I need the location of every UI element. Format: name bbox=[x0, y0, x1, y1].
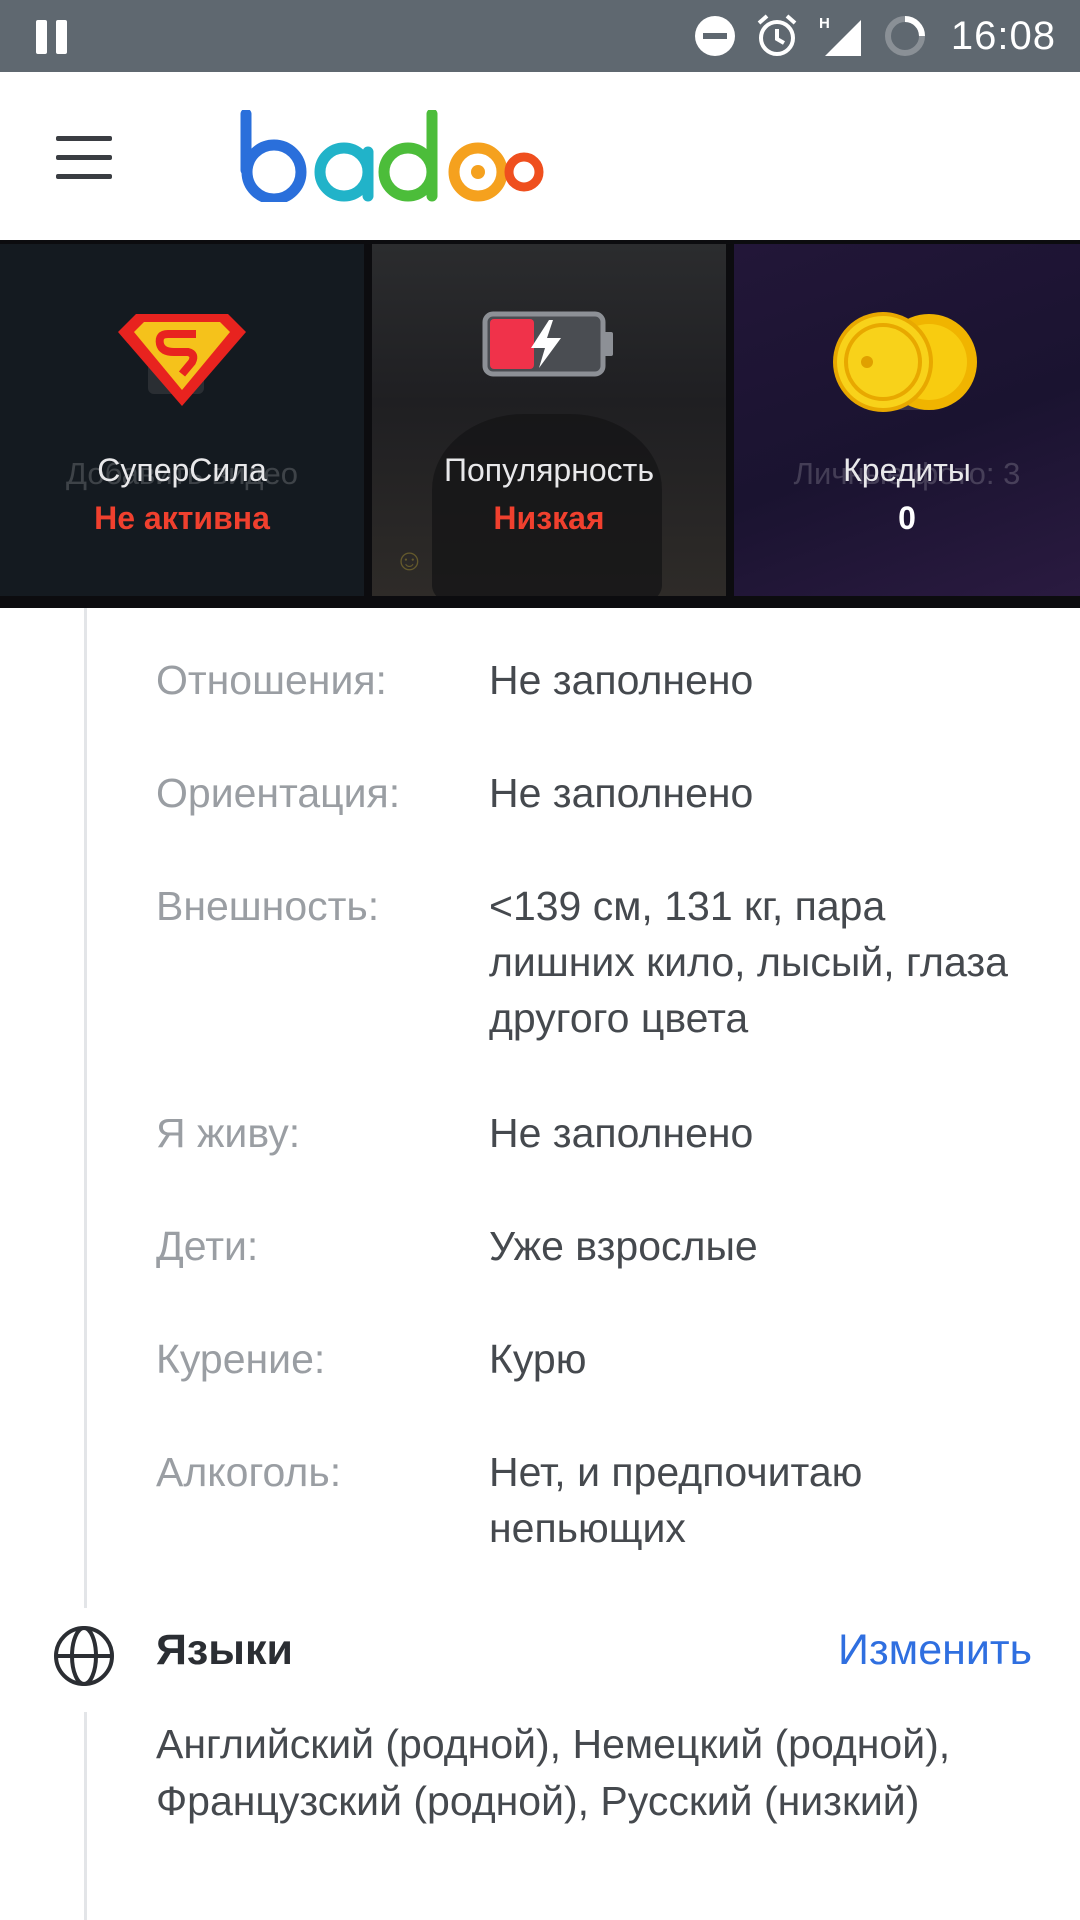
pause-icon bbox=[36, 20, 72, 54]
dnd-icon bbox=[694, 16, 735, 56]
stat-value: Не активна bbox=[94, 500, 270, 536]
detail-label: Алкоголь: bbox=[156, 1449, 342, 1495]
credits-card[interactable]: Личные фото: 3 Кредиты 0 bbox=[734, 244, 1080, 596]
battery-icon bbox=[884, 16, 925, 56]
globe-icon bbox=[54, 1626, 114, 1686]
detail-label: Курение: bbox=[156, 1336, 326, 1382]
detail-label: Я живу: bbox=[156, 1110, 301, 1156]
languages-list: Английский (родной), Немецкий (родной), … bbox=[156, 1721, 951, 1824]
detail-label: Отношения: bbox=[156, 657, 387, 703]
detail-value: Курю bbox=[489, 1336, 587, 1382]
detail-value: Не заполнено bbox=[489, 657, 754, 703]
detail-label: Ориентация: bbox=[156, 770, 401, 816]
detail-value: Нет, и предпочитаю непьющих bbox=[489, 1449, 863, 1551]
stat-label: СуперСила bbox=[97, 452, 267, 488]
edit-languages-button[interactable]: Изменить bbox=[838, 1626, 1032, 1675]
detail-value: Уже взрослые bbox=[489, 1223, 758, 1269]
status-icons: H 16:08 bbox=[693, 0, 1056, 72]
timeline-divider bbox=[84, 1712, 87, 1920]
hamburger-menu-button[interactable] bbox=[56, 136, 112, 180]
languages-title: Языки bbox=[156, 1626, 293, 1674]
status-bar: H 16:08 bbox=[0, 0, 1080, 72]
superpower-card[interactable]: Добавить видео СуперСила Не активна bbox=[0, 244, 364, 596]
signal-icon: H bbox=[819, 15, 861, 56]
languages-header: Языки Изменить bbox=[0, 1624, 1080, 1688]
timeline-divider bbox=[84, 608, 87, 1608]
stat-value: 0 bbox=[898, 500, 916, 536]
app-bar bbox=[0, 72, 1080, 240]
stat-label: Кредиты bbox=[843, 452, 971, 488]
detail-value: Не заполнено bbox=[489, 1110, 754, 1156]
detail-label: Дети: bbox=[156, 1223, 259, 1269]
stat-label: Популярность bbox=[443, 452, 654, 488]
clock: 16:08 bbox=[950, 13, 1056, 58]
superpower-icon bbox=[118, 314, 246, 406]
svg-text:H: H bbox=[819, 15, 830, 32]
detail-value: Не заполнено bbox=[489, 770, 754, 816]
badoo-logo bbox=[240, 110, 544, 202]
stat-value: Низкая bbox=[493, 500, 605, 536]
detail-label: Внешность: bbox=[156, 883, 380, 929]
detail-value: <139 см, 131 кг, пара лишних кило, лысый… bbox=[489, 883, 1008, 1041]
battery-low-icon bbox=[482, 311, 613, 377]
smiley-icon: ☺ bbox=[394, 544, 425, 577]
popularity-card[interactable]: ☺ Популярность Низкая bbox=[372, 244, 726, 596]
coins-icon bbox=[833, 312, 977, 412]
alarm-icon bbox=[757, 14, 797, 56]
stats-panel: Добавить видео СуперСила Не активна ☺ По… bbox=[0, 240, 1080, 608]
